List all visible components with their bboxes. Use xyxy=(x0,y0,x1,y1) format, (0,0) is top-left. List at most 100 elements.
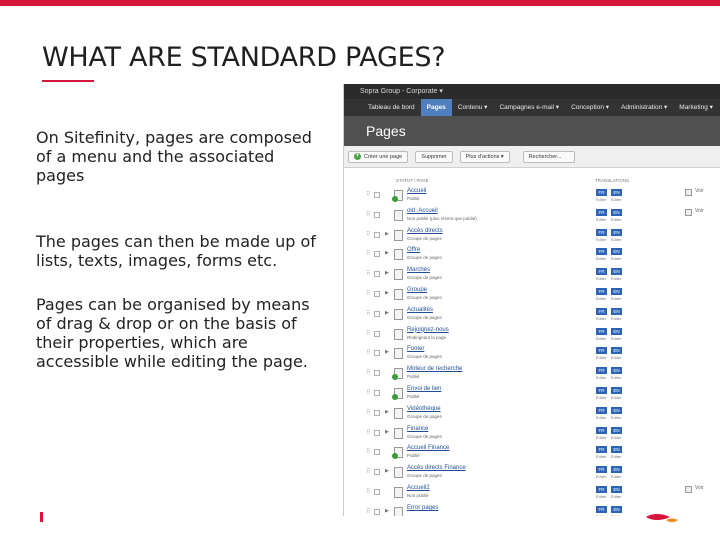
edit-fr-link[interactable]: Éditer xyxy=(596,197,606,202)
row-checkbox[interactable] xyxy=(374,251,380,258)
row-checkbox[interactable] xyxy=(374,192,380,198)
expand-caret-icon[interactable]: ▶ xyxy=(385,231,389,237)
lang-en-badge[interactable]: EN xyxy=(611,426,622,434)
edit-en-link[interactable]: Éditer xyxy=(611,395,621,400)
drag-handle-icon[interactable]: ⠿ xyxy=(366,231,370,238)
page-name-link[interactable]: old_Accueil xyxy=(407,208,438,214)
row-checkbox[interactable] xyxy=(374,488,380,495)
search-input[interactable]: Rechercher... xyxy=(522,150,575,163)
page-row[interactable]: ⠿ ▶ Accès directs Groupe de pages FR EN Éditer… xyxy=(344,226,720,246)
page-row[interactable]: ⠿ Accueil Publié FR EN Éditer Éditer Voir xyxy=(344,186,720,206)
expand-caret-icon[interactable]: ▶ xyxy=(385,310,389,316)
edit-fr-link[interactable]: Éditer xyxy=(596,256,606,261)
page-row[interactable]: ⠿ Accueil2 Non publié FR EN Éditer Éditer Voir xyxy=(344,483,720,503)
edit-en-link[interactable]: Éditer xyxy=(611,316,621,321)
edit-en-link[interactable]: Éditer xyxy=(611,415,621,420)
drag-handle-icon[interactable]: ⠿ xyxy=(366,448,370,455)
drag-handle-icon[interactable]: ⠿ xyxy=(366,250,370,257)
expand-caret-icon[interactable]: ▶ xyxy=(385,349,389,355)
lang-en-badge[interactable]: EN xyxy=(611,446,622,454)
edit-fr-link[interactable]: Éditer xyxy=(596,514,606,516)
page-name-link[interactable]: Accueil2 xyxy=(407,485,430,491)
row-checkbox[interactable] xyxy=(374,290,380,297)
page-name-link[interactable]: Marchés xyxy=(407,267,430,273)
lang-fr-badge[interactable]: FR xyxy=(596,327,607,335)
page-name-link[interactable]: Rejoignez-nous xyxy=(407,327,449,333)
page-name-link[interactable]: Offre xyxy=(407,247,420,253)
lang-en-badge[interactable]: EN xyxy=(611,406,622,414)
nav-item-5[interactable]: Administration ▾ xyxy=(615,99,673,116)
drag-handle-icon[interactable]: ⠿ xyxy=(366,508,370,515)
edit-fr-link[interactable]: Éditer xyxy=(596,217,606,222)
lang-en-badge[interactable]: EN xyxy=(611,466,622,474)
edit-fr-link[interactable]: Éditer xyxy=(596,336,606,341)
more-actions-button[interactable]: Plus d'actions ▾ xyxy=(459,150,510,163)
row-checkbox[interactable] xyxy=(374,508,380,515)
edit-en-link[interactable]: Éditer xyxy=(611,276,621,281)
lang-en-badge[interactable]: EN xyxy=(611,505,622,513)
edit-fr-link[interactable]: Éditer xyxy=(596,474,606,479)
edit-fr-link[interactable]: Éditer xyxy=(596,276,606,281)
delete-button[interactable]: Supprimer xyxy=(415,150,453,163)
edit-en-link[interactable]: Éditer xyxy=(611,237,621,242)
row-checkbox[interactable] xyxy=(374,271,380,278)
edit-en-link[interactable]: Éditer xyxy=(611,494,621,499)
drag-handle-icon[interactable]: ⠿ xyxy=(366,211,370,218)
page-row[interactable]: ⠿ ▶ Groupe Groupe de pages FR EN Éditer Éditer xyxy=(344,285,720,305)
page-row[interactable]: ⠿ Envoi de lien Publié FR EN Éditer Éditer xyxy=(344,384,720,404)
row-checkbox[interactable] xyxy=(374,330,380,337)
page-name-link[interactable]: Vidéothèque xyxy=(407,406,441,412)
page-row[interactable]: ⠿ Moteur de recherche Publié FR EN Éditer Édit… xyxy=(344,364,720,384)
page-name-link[interactable]: Accueil xyxy=(407,188,426,194)
edit-en-link[interactable]: Éditer xyxy=(611,217,621,222)
row-checkbox[interactable] xyxy=(374,449,380,456)
edit-en-link[interactable]: Éditer xyxy=(611,454,621,459)
page-row[interactable]: ⠿ old_Accueil Non publié (plus récent que … xyxy=(344,206,720,226)
lang-fr-badge[interactable]: FR xyxy=(596,406,607,414)
row-checkbox[interactable] xyxy=(374,469,380,476)
page-row[interactable]: ⠿ ▶ Finance Groupe de pages FR EN Éditer Éditer xyxy=(344,424,720,444)
page-name-link[interactable]: Accès directs xyxy=(407,228,443,234)
edit-fr-link[interactable]: Éditer xyxy=(596,355,606,360)
expand-caret-icon[interactable]: ▶ xyxy=(385,270,389,276)
lang-en-badge[interactable]: EN xyxy=(611,327,622,335)
view-link[interactable]: Voir xyxy=(695,188,704,194)
edit-en-link[interactable]: Éditer xyxy=(611,256,621,261)
lang-fr-badge[interactable]: FR xyxy=(596,386,607,394)
page-row[interactable]: ⠿ ▶ Offre Groupe de pages FR EN Éditer Éditer xyxy=(344,245,720,265)
lang-en-badge[interactable]: EN xyxy=(611,307,622,315)
nav-item-1[interactable]: Pages xyxy=(420,99,452,116)
lang-fr-badge[interactable]: FR xyxy=(596,268,607,276)
edit-fr-link[interactable]: Éditer xyxy=(596,375,606,380)
page-name-link[interactable]: Finance xyxy=(407,426,428,432)
lang-en-badge[interactable]: EN xyxy=(611,367,622,375)
drag-handle-icon[interactable]: ⠿ xyxy=(366,389,370,396)
lang-fr-badge[interactable]: FR xyxy=(596,287,607,295)
edit-en-link[interactable]: Éditer xyxy=(611,355,621,360)
page-name-link[interactable]: Error pages xyxy=(407,505,438,511)
drag-handle-icon[interactable]: ⠿ xyxy=(366,409,370,416)
page-name-link[interactable]: Actualités xyxy=(407,307,433,313)
edit-fr-link[interactable]: Éditer xyxy=(596,454,606,459)
site-selector[interactable]: Sopra Group - Corporate ▾ xyxy=(344,84,720,99)
drag-handle-icon[interactable]: ⠿ xyxy=(366,270,370,277)
page-name-link[interactable]: Envoi de lien xyxy=(407,386,441,392)
row-checkbox[interactable] xyxy=(374,350,380,357)
create-page-button[interactable]: + Créer une page xyxy=(348,150,409,163)
expand-caret-icon[interactable]: ▶ xyxy=(385,290,389,296)
expand-caret-icon[interactable]: ▶ xyxy=(385,508,389,514)
row-checkbox[interactable] xyxy=(374,370,380,377)
edit-en-link[interactable]: Éditer xyxy=(611,474,621,479)
edit-fr-link[interactable]: Éditer xyxy=(596,237,606,242)
view-link[interactable]: Voir xyxy=(695,485,704,491)
page-row[interactable]: ⠿ ▶ Accès directs Finance Groupe de pages FR… xyxy=(344,463,720,483)
row-checkbox[interactable] xyxy=(374,409,380,416)
edit-fr-link[interactable]: Éditer xyxy=(596,494,606,499)
lang-fr-badge[interactable]: FR xyxy=(596,367,607,375)
edit-fr-link[interactable]: Éditer xyxy=(596,296,606,301)
nav-item-2[interactable]: Contenu ▾ xyxy=(452,99,494,116)
page-row[interactable]: ⠿ ▶ Vidéothèque Groupe de pages FR EN Éditer Éd… xyxy=(344,404,720,424)
lang-fr-badge[interactable]: FR xyxy=(596,248,607,256)
lang-fr-badge[interactable]: FR xyxy=(596,189,607,196)
page-name-link[interactable]: Footer xyxy=(407,346,424,352)
